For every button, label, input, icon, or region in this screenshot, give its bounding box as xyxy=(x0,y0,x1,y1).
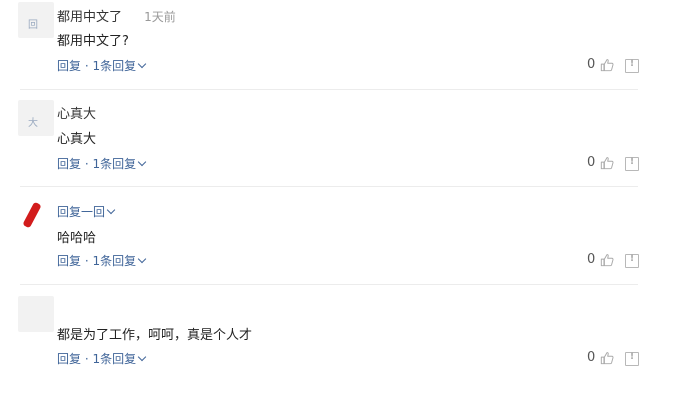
avatar-mark xyxy=(22,201,42,229)
username[interactable]: 心真大 xyxy=(57,107,96,122)
like-count: 0 xyxy=(587,155,596,170)
report-icon[interactable] xyxy=(625,156,639,171)
timestamp: 1天前 xyxy=(144,10,176,24)
comment-text: 哈哈哈 xyxy=(57,231,97,246)
reply-label: 回复 · 1条回复 xyxy=(57,157,137,171)
avatar-mark: 回 xyxy=(28,20,38,31)
username[interactable]: 都用中文了 xyxy=(57,10,122,25)
comment-header: 都用中文了 1天前 xyxy=(57,6,176,25)
reply-label: 回复 · 1条回复 xyxy=(57,59,137,73)
username: 回复一回 xyxy=(57,205,106,219)
like-count: 0 xyxy=(587,350,596,365)
avatar[interactable] xyxy=(18,296,54,332)
avatar[interactable] xyxy=(18,196,54,232)
reply-label: 回复 · 1条回复 xyxy=(57,254,137,268)
comment-header: 心真大 xyxy=(57,103,114,122)
chevron-down-icon xyxy=(137,352,147,362)
chevron-down-icon xyxy=(137,254,147,264)
chevron-down-icon xyxy=(137,59,147,69)
comment-text: 都是为了工作，呵呵，真是个人才 xyxy=(57,328,253,343)
comment-header xyxy=(57,299,75,314)
avatar[interactable]: 大 xyxy=(18,100,54,136)
like-count: 0 xyxy=(587,57,596,72)
avatar[interactable]: 回 xyxy=(18,2,54,38)
divider xyxy=(20,284,638,285)
username-link[interactable]: 回复一回 xyxy=(57,203,116,220)
reply-link[interactable]: 回复 · 1条回复 xyxy=(57,57,147,74)
comment-text: 心真大 xyxy=(57,132,97,147)
report-icon[interactable] xyxy=(625,58,639,73)
reply-label: 回复 · 1条回复 xyxy=(57,352,137,366)
thumbs-up-icon[interactable] xyxy=(600,253,614,267)
comment-text: 都用中文了? xyxy=(57,34,129,49)
thumbs-up-icon[interactable] xyxy=(600,351,614,365)
reply-link[interactable]: 回复 · 1条回复 xyxy=(57,252,147,269)
report-icon[interactable] xyxy=(625,253,639,268)
divider xyxy=(20,89,638,90)
report-icon[interactable] xyxy=(625,351,639,366)
thumbs-up-icon[interactable] xyxy=(600,156,614,170)
like-count: 0 xyxy=(587,252,596,267)
reply-link[interactable]: 回复 · 1条回复 xyxy=(57,155,147,172)
reply-link[interactable]: 回复 · 1条回复 xyxy=(57,350,147,367)
divider xyxy=(20,186,638,187)
thumbs-up-icon[interactable] xyxy=(600,58,614,72)
chevron-down-icon xyxy=(137,157,147,167)
chevron-down-icon xyxy=(106,205,116,215)
avatar-mark: 大 xyxy=(28,118,38,129)
